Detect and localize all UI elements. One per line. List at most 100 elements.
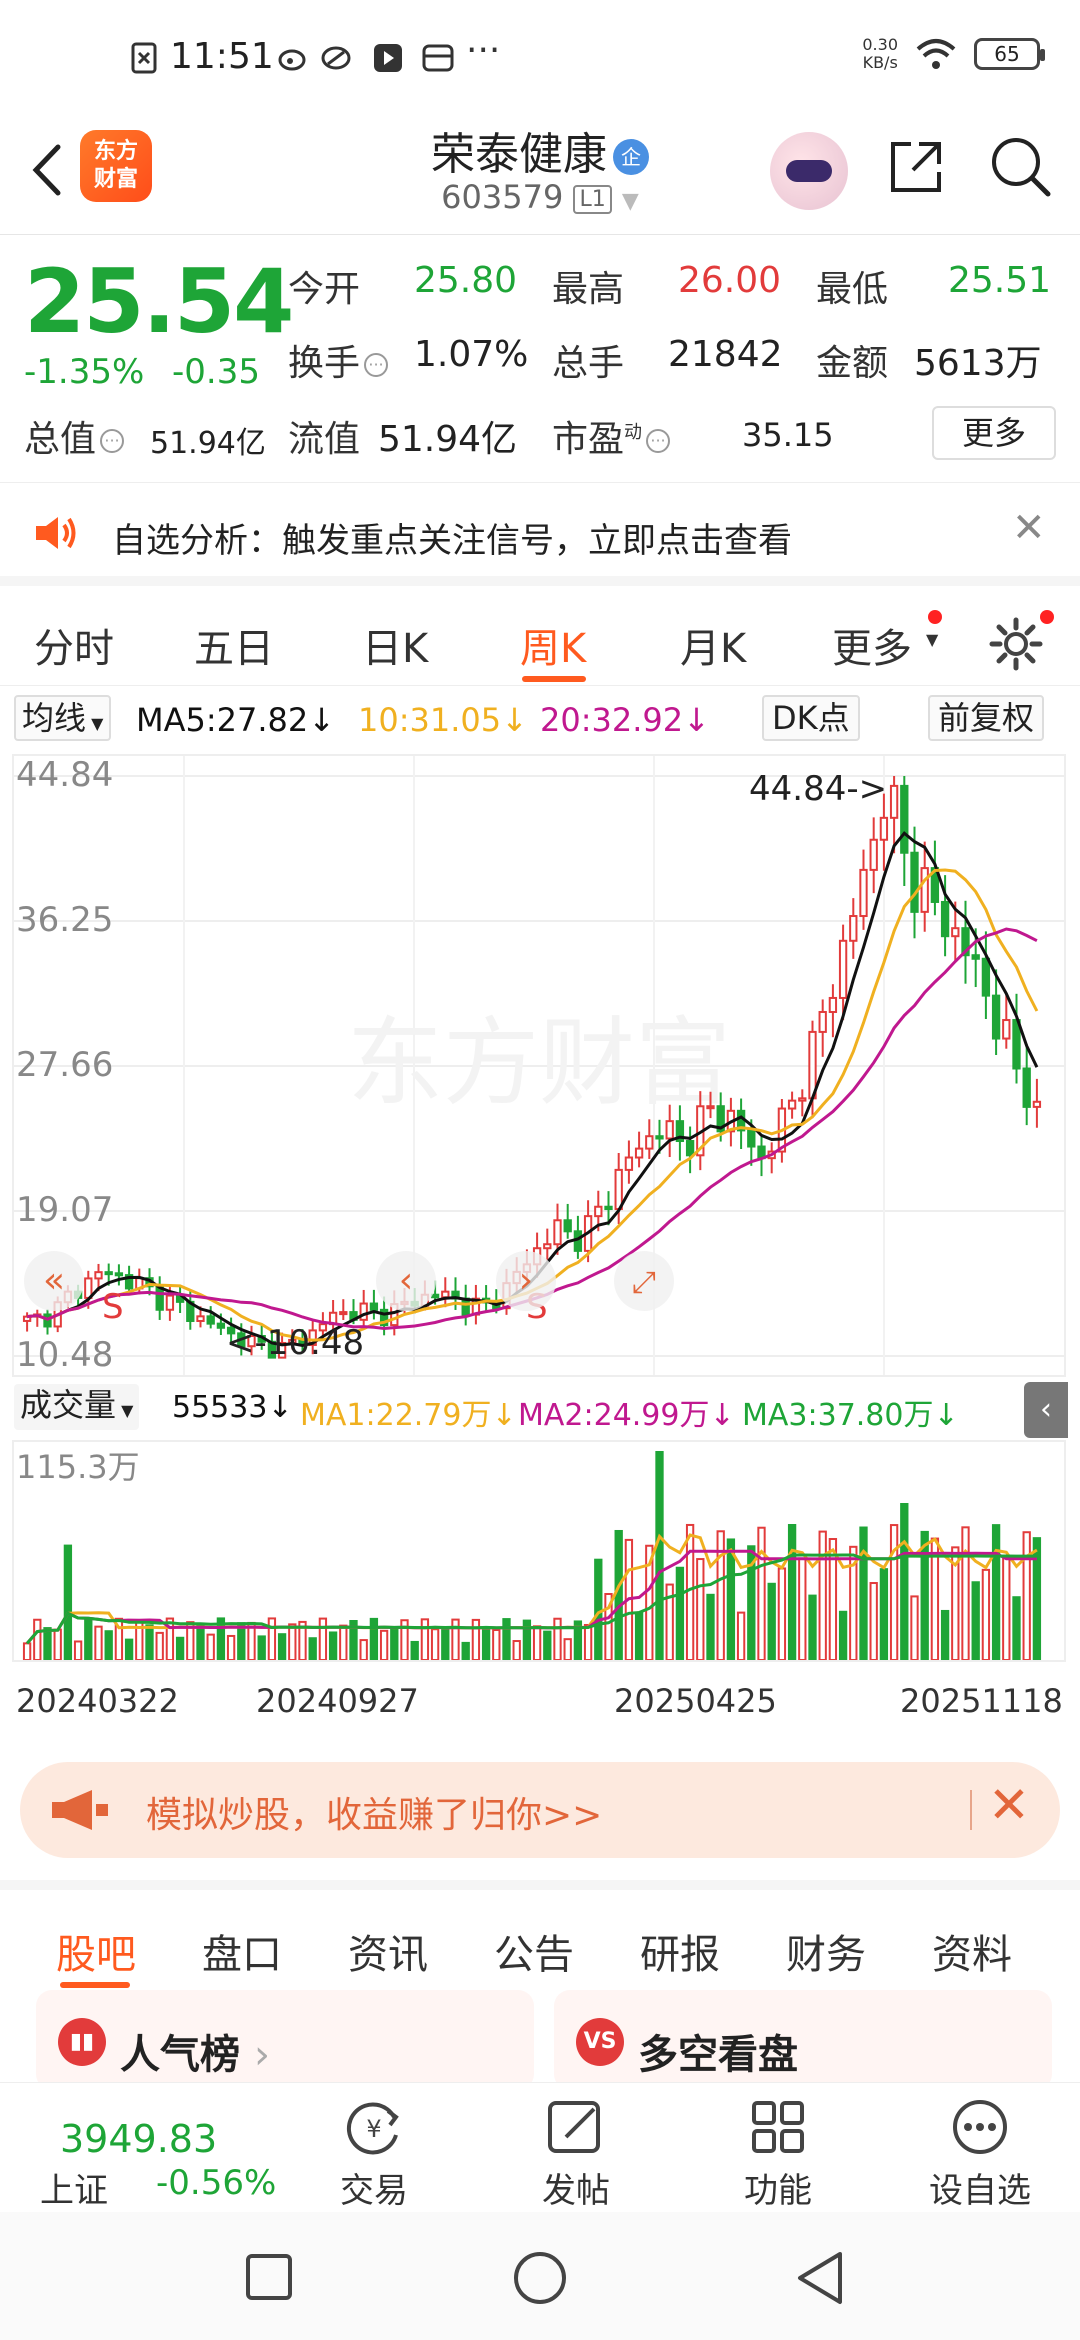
promo-banner[interactable]: 模拟炒股，收益赚了归你>> ✕ xyxy=(20,1762,1060,1858)
card-title: 人气榜 › xyxy=(120,2032,270,2078)
stock-header: 东方 财富 荣泰健康企 603579 L1 ▼ xyxy=(0,110,1080,235)
index-name: 上证 xyxy=(40,2171,108,2211)
nav-trade[interactable]: ¥ 交易 xyxy=(304,2097,444,2212)
chevron-down-icon: ▼ xyxy=(621,189,639,214)
link-icon xyxy=(321,46,351,70)
info-icon[interactable]: ··· xyxy=(364,353,389,377)
volume-bar xyxy=(787,1524,797,1661)
home-icon[interactable] xyxy=(512,2250,568,2306)
dk-point-button[interactable]: DK点 xyxy=(762,695,860,741)
info-icon[interactable]: ··· xyxy=(646,429,671,453)
volume-bar xyxy=(22,1642,32,1661)
promo-text: 模拟炒股，收益赚了归你>> xyxy=(146,1795,603,1836)
tab-financials[interactable]: 财务 xyxy=(786,1922,866,1980)
close-icon[interactable]: ✕ xyxy=(1012,505,1046,551)
tab-orderbook[interactable]: 盘口 xyxy=(202,1922,282,1980)
volume-bar xyxy=(267,1617,277,1662)
more-button[interactable]: 更多 xyxy=(932,406,1056,460)
candlestick-chart[interactable]: 44.84 36.25 27.66 19.07 10.48 东方财富 44.84-> <-10… xyxy=(12,754,1066,1377)
collapse-panel-button[interactable]: ‹ xyxy=(1024,1382,1068,1438)
sell-marker: S xyxy=(102,1287,124,1327)
turnover-label: 换手 ··· xyxy=(288,334,392,386)
tab-five-day[interactable]: 五日 xyxy=(194,616,274,674)
nav-functions[interactable]: 功能 xyxy=(708,2097,848,2212)
ai-assistant-icon[interactable] xyxy=(770,132,848,210)
candle xyxy=(798,1097,807,1102)
adjust-button[interactable]: 前复权 xyxy=(928,695,1045,741)
tab-research[interactable]: 研报 xyxy=(640,1922,720,1980)
candle xyxy=(634,1147,644,1159)
search-icon[interactable] xyxy=(988,134,1054,200)
candle xyxy=(828,996,838,1013)
candle xyxy=(879,816,889,841)
candle xyxy=(920,867,929,913)
volume-bar xyxy=(961,1526,970,1661)
share-icon[interactable] xyxy=(885,136,947,198)
price-axis-label: 10.48 xyxy=(16,1335,113,1375)
chevron-icon: › xyxy=(519,1260,533,1301)
battery-icon: 65 xyxy=(974,38,1045,70)
tab-more[interactable]: 更多 xyxy=(832,616,912,674)
tab-profile[interactable]: 资料 xyxy=(932,1922,1012,1980)
candle xyxy=(604,1205,613,1211)
close-icon[interactable]: ✕ xyxy=(988,1776,1030,1834)
open-value: 25.80 xyxy=(414,260,518,301)
notice-banner[interactable]: 自选分析：触发重点关注信号，立即点击查看 ✕ xyxy=(0,482,1080,586)
candle xyxy=(563,1219,572,1233)
volume-bar xyxy=(1002,1556,1011,1661)
quote-panel: 25.54 -1.35% -0.35 今开 25.80 最高 26.00 最低 … xyxy=(0,236,1080,481)
wallet-icon xyxy=(422,44,454,72)
tab-forum[interactable]: 股吧 xyxy=(56,1922,136,1980)
volume-bar xyxy=(767,1582,776,1661)
back-nav-icon[interactable] xyxy=(792,2250,848,2306)
volume-bar xyxy=(124,1638,134,1661)
settings-gear-icon[interactable] xyxy=(988,616,1044,672)
volume-value: 21842 xyxy=(668,334,783,375)
tab-intraday[interactable]: 分时 xyxy=(34,616,114,674)
candle xyxy=(849,915,858,942)
volume-bar xyxy=(777,1567,787,1661)
volume-chart[interactable]: 115.3万 xyxy=(12,1440,1066,1662)
ma-selector[interactable]: 均线 ▼ xyxy=(14,695,112,741)
info-icon[interactable]: ··· xyxy=(100,429,125,453)
volume-bar xyxy=(838,1610,848,1661)
tab-daily-k[interactable]: 日K xyxy=(362,616,428,674)
float-cap-value: 51.94亿 xyxy=(378,419,518,460)
tab-monthly-k[interactable]: 月K xyxy=(680,616,746,674)
high-value: 26.00 xyxy=(678,260,782,301)
volume-bar xyxy=(798,1557,807,1661)
volume-bar xyxy=(594,1558,603,1661)
volume-bar xyxy=(379,1629,389,1661)
candle xyxy=(900,784,909,854)
candle xyxy=(594,1205,603,1218)
index-widget[interactable]: 3949.83 上证 -0.56% xyxy=(0,2083,300,2213)
volume-bar xyxy=(614,1529,623,1661)
volume-bar xyxy=(940,1609,950,1662)
volume-value: 55533↓ xyxy=(172,1390,293,1425)
tab-weekly-k[interactable]: 周K xyxy=(520,616,586,674)
nav-post[interactable]: 发帖 xyxy=(506,2097,646,2212)
volume-bar xyxy=(685,1523,695,1661)
tab-announcements[interactable]: 公告 xyxy=(494,1922,574,1980)
system-nav-bar xyxy=(0,2212,1080,2340)
bull-bear-card[interactable]: VS 多空看盘 xyxy=(554,1990,1052,2090)
tab-news[interactable]: 资讯 xyxy=(348,1922,428,1980)
volume-bar xyxy=(145,1624,154,1662)
ma10-value: 10:31.05↓ xyxy=(358,701,528,739)
period-tabs: 分时 五日 日K 周K 月K 更多 ▼ xyxy=(0,586,1080,686)
grid-icon xyxy=(752,2101,804,2153)
candle xyxy=(104,1271,113,1276)
indicator-selector[interactable]: 成交量 ▼ xyxy=(14,1384,140,1430)
nav-add-watchlist[interactable]: 设自选 xyxy=(910,2097,1050,2212)
volume-bar xyxy=(390,1625,399,1662)
volume-bar xyxy=(706,1593,715,1662)
speaker-icon xyxy=(36,517,76,549)
candle xyxy=(665,1120,674,1140)
volume-bar xyxy=(277,1633,287,1662)
volume-bar xyxy=(492,1629,501,1662)
amount-label: 金额 xyxy=(816,343,889,384)
candle xyxy=(971,954,980,960)
recents-icon[interactable] xyxy=(244,2252,294,2302)
popularity-card[interactable]: ▮▮ 人气榜 › xyxy=(36,1990,534,2090)
vol-ma3-value: MA3:37.80万↓ xyxy=(742,1398,959,1433)
